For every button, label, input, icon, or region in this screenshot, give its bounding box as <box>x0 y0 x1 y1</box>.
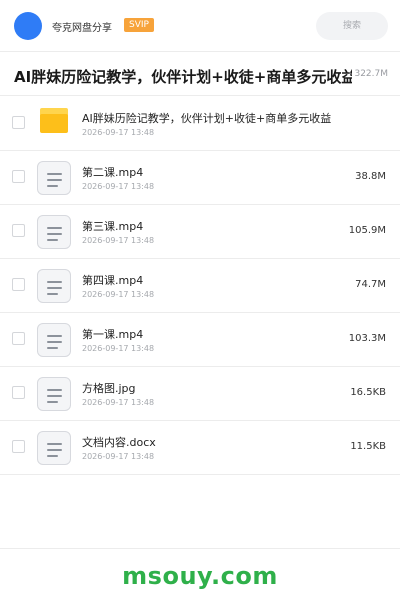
select-checkbox[interactable] <box>12 386 25 399</box>
footer-bar: msouy.com <box>0 548 400 600</box>
svip-badge: SVIP <box>124 18 154 32</box>
folder-icon <box>40 108 68 133</box>
file-date: 2026-09-17 13:48 <box>82 452 155 461</box>
file-icon <box>37 323 71 357</box>
select-checkbox[interactable] <box>12 116 25 129</box>
file-name: 第三课.mp4 <box>82 220 144 233</box>
search-placeholder: 搜索 <box>342 21 361 31</box>
file-name: AI胖妹历险记教学，伙伴计划+收徒+商单多元收益 <box>82 112 332 125</box>
file-icon <box>37 215 71 249</box>
list-item[interactable]: 第四课.mp4 2026-09-17 13:48 74.7M <box>0 259 400 313</box>
select-checkbox[interactable] <box>12 278 25 291</box>
file-date: 2026-09-17 13:48 <box>82 182 155 191</box>
top-bar: 夸克网盘分享 SVIP 搜索 <box>0 0 400 52</box>
file-size: 74.7M <box>355 279 386 290</box>
sharer-name: 夸克网盘分享 <box>52 23 112 34</box>
avatar[interactable] <box>14 12 42 40</box>
file-name: 文档内容.docx <box>82 436 156 449</box>
total-size: · 322.7M <box>349 69 388 79</box>
file-date: 2026-09-17 13:48 <box>82 398 155 407</box>
file-size: 105.9M <box>348 225 386 236</box>
file-size: 38.8M <box>355 171 386 182</box>
file-size: 11.5KB <box>350 441 386 452</box>
list-item[interactable]: 方格图.jpg 2026-09-17 13:48 16.5KB <box>0 367 400 421</box>
file-date: 2026-09-17 13:48 <box>82 236 155 245</box>
separator-dot: · <box>348 69 352 79</box>
file-size: 16.5KB <box>350 387 386 398</box>
search-input[interactable]: 搜索 <box>316 12 388 40</box>
list-item[interactable]: 文档内容.docx 2026-09-17 13:48 11.5KB <box>0 421 400 475</box>
file-icon <box>37 377 71 411</box>
file-icon <box>37 431 71 465</box>
file-name: 方格图.jpg <box>82 382 136 395</box>
file-size: 103.3M <box>348 333 386 344</box>
list-item[interactable]: 第三课.mp4 2026-09-17 13:48 105.9M <box>0 205 400 259</box>
file-name: 第四课.mp4 <box>82 274 144 287</box>
site-watermark: msouy.com <box>122 562 278 590</box>
share-title-row: AI胖妹历险记教学，伙伴计划+收徒+商单多元收益 · 322.7M <box>0 52 400 96</box>
list-item[interactable]: 第二课.mp4 2026-09-17 13:48 38.8M <box>0 151 400 205</box>
select-checkbox[interactable] <box>12 440 25 453</box>
share-title: AI胖妹历险记教学，伙伴计划+收徒+商单多元收益 <box>14 68 352 86</box>
file-name: 第二课.mp4 <box>82 166 144 179</box>
total-size-value: 322.7M <box>354 69 388 79</box>
select-checkbox[interactable] <box>12 224 25 237</box>
file-list: AI胖妹历险记教学，伙伴计划+收徒+商单多元收益 2026-09-17 13:4… <box>0 97 400 475</box>
file-date: 2026-09-17 13:48 <box>82 128 155 137</box>
list-item[interactable]: 第一课.mp4 2026-09-17 13:48 103.3M <box>0 313 400 367</box>
file-name: 第一课.mp4 <box>82 328 144 341</box>
file-date: 2026-09-17 13:48 <box>82 290 155 299</box>
list-item[interactable]: AI胖妹历险记教学，伙伴计划+收徒+商单多元收益 2026-09-17 13:4… <box>0 97 400 151</box>
file-icon <box>37 161 71 195</box>
file-date: 2026-09-17 13:48 <box>82 344 155 353</box>
file-icon <box>37 269 71 303</box>
select-checkbox[interactable] <box>12 332 25 345</box>
select-checkbox[interactable] <box>12 170 25 183</box>
